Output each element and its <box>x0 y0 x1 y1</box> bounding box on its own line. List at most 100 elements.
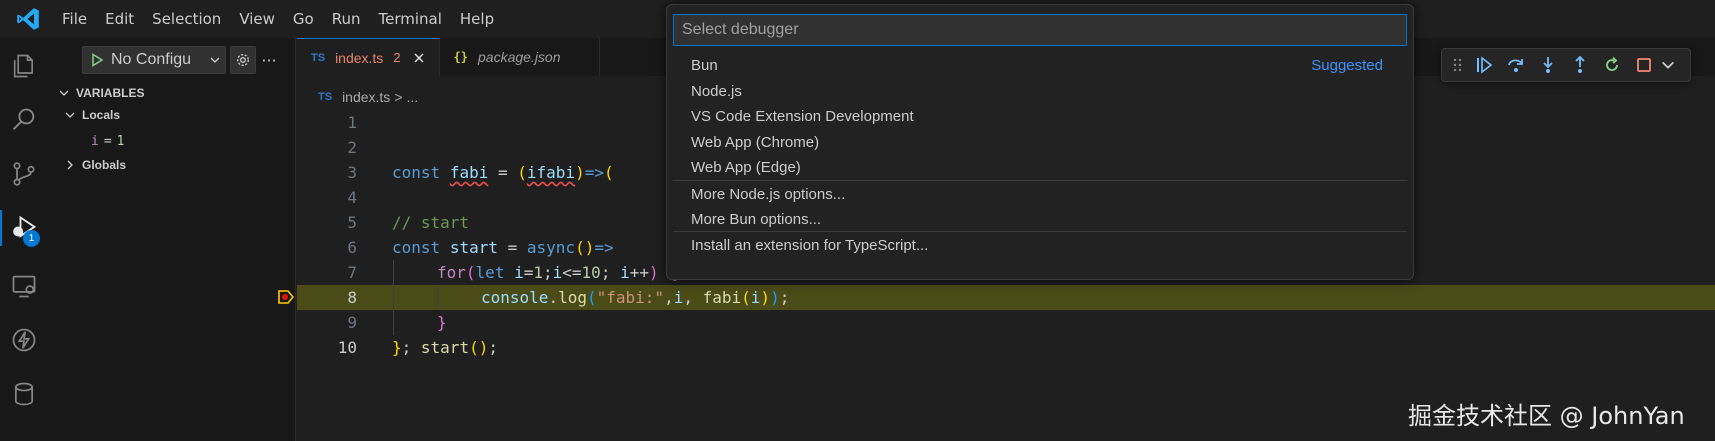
gear-icon <box>237 54 249 66</box>
variables-section-header[interactable]: VARIABLES <box>56 82 144 104</box>
line-number: 6 <box>347 238 357 257</box>
source-control-icon[interactable] <box>0 150 48 198</box>
database-icon[interactable] <box>0 370 48 418</box>
variable-equals: = <box>103 133 112 149</box>
debug-floating-toolbar <box>1441 48 1691 82</box>
line-number: 8 <box>347 288 357 307</box>
quick-pick-item-bun[interactable]: Bun Suggested <box>673 52 1407 78</box>
menu-go[interactable]: Go <box>284 0 323 38</box>
code-text: for(let i=1;i<=10; i++) { <box>437 263 678 282</box>
menu-file[interactable]: File <box>53 0 96 38</box>
debug-config-toolbar: No Configu ··· <box>82 46 282 74</box>
quick-pick-item-edge[interactable]: Web App (Edge) <box>673 154 1407 180</box>
menu-edit[interactable]: Edit <box>96 0 143 38</box>
restart-button[interactable] <box>1596 51 1628 79</box>
select-debugger-quick-pick: Select debugger Bun Suggested Node.js VS… <box>666 4 1414 280</box>
debug-count-badge: 1 <box>23 230 40 247</box>
menu-view[interactable]: View <box>230 0 284 38</box>
breadcrumb: TS index.ts > ... <box>318 86 418 108</box>
line-number: 9 <box>347 313 357 332</box>
code-text: } <box>437 313 447 332</box>
tab-label: index.ts <box>335 49 384 66</box>
step-into-button[interactable] <box>1532 51 1564 79</box>
chevron-down-icon <box>205 54 225 66</box>
chevron-right-icon <box>62 157 78 173</box>
code-text: const fabi = (ifabi)=>( <box>392 163 614 182</box>
step-into-icon <box>1543 57 1553 73</box>
launch-config-label: No Configu <box>111 51 192 68</box>
tab-index-ts[interactable]: TS index.ts 2 <box>297 38 440 76</box>
globals-label: Globals <box>82 158 127 172</box>
quick-pick-item-more-node[interactable]: More Node.js options... <box>673 181 1407 207</box>
open-launch-json-button[interactable] <box>230 46 256 74</box>
locals-scope[interactable]: Locals <box>62 104 120 126</box>
locals-label: Locals <box>82 108 121 122</box>
stop-icon <box>1637 58 1651 72</box>
line-number: 5 <box>347 213 357 232</box>
code-line: 9 } <box>297 310 1715 335</box>
continue-icon <box>1477 56 1493 74</box>
continue-button[interactable] <box>1468 51 1500 79</box>
menu-help[interactable]: Help <box>451 0 503 38</box>
menu-selection[interactable]: Selection <box>143 0 230 38</box>
menu-terminal[interactable]: Terminal <box>370 0 451 38</box>
launch-config-select[interactable]: No Configu <box>82 46 226 74</box>
drag-handle-icon[interactable] <box>1448 51 1468 79</box>
code-text: console.log("fabi:",i, fabi(i)); <box>481 288 790 307</box>
variable-row[interactable]: i = 1 <box>91 130 124 152</box>
quick-pick-item-label: Web App (Chrome) <box>691 133 820 151</box>
chevron-down-icon <box>56 85 72 101</box>
start-debugging-button[interactable] <box>83 47 111 73</box>
quick-pick-item-label: Web App (Edge) <box>691 158 801 176</box>
explorer-icon[interactable] <box>0 42 48 90</box>
step-out-button[interactable] <box>1564 51 1596 79</box>
menu-run[interactable]: Run <box>323 0 370 38</box>
step-out-icon <box>1575 56 1585 73</box>
line-number: 2 <box>347 138 357 157</box>
line-number: 10 <box>337 338 357 357</box>
breadcrumb-separator: > <box>394 89 403 105</box>
play-icon <box>92 53 104 67</box>
line-number: 1 <box>347 113 357 132</box>
activity-bar: 1 <box>0 38 48 441</box>
indent-guide <box>393 260 394 335</box>
quick-pick-item-nodejs[interactable]: Node.js <box>673 78 1407 104</box>
quick-pick-item-vscode-ext[interactable]: VS Code Extension Development <box>673 103 1407 129</box>
tab-package-json[interactable]: {} package.json <box>440 38 600 76</box>
quick-pick-item-label: More Node.js options... <box>691 185 846 203</box>
restart-icon <box>1606 56 1618 71</box>
quick-pick-item-label: Node.js <box>691 82 742 100</box>
code-text: }; start(); <box>392 338 498 357</box>
lightning-icon[interactable] <box>0 316 48 364</box>
quick-pick-item-more-bun[interactable]: More Bun options... <box>673 206 1407 232</box>
breadcrumb-file[interactable]: index.ts <box>342 89 390 105</box>
vscode-logo-icon <box>17 8 39 30</box>
breakpoint-arrow-icon[interactable] <box>278 290 294 304</box>
tab-label: package.json <box>478 49 561 65</box>
close-icon[interactable] <box>411 50 427 66</box>
debug-sidebar: No Configu ··· VARIABLES Locals i = 1 Gl… <box>48 38 296 441</box>
quick-pick-item-label: Install an extension for TypeScript... <box>691 236 929 254</box>
quick-pick-item-label: More Bun options... <box>691 210 822 228</box>
quick-pick-input[interactable]: Select debugger <box>673 14 1407 46</box>
chevron-down-icon[interactable] <box>1660 51 1676 79</box>
code-comment: // start <box>392 213 470 232</box>
typescript-file-icon: TS <box>318 91 333 103</box>
quick-pick-item-chrome[interactable]: Web App (Chrome) <box>673 129 1407 155</box>
quick-pick-item-install-ext[interactable]: Install an extension for TypeScript... <box>673 232 1407 258</box>
variable-name: i <box>91 133 99 149</box>
run-debug-icon[interactable]: 1 <box>0 204 48 252</box>
search-icon[interactable] <box>0 96 48 144</box>
indent-guide <box>437 285 438 310</box>
remote-explorer-icon[interactable] <box>0 262 48 310</box>
more-actions-button[interactable]: ··· <box>256 46 282 74</box>
breadcrumb-tail[interactable]: ... <box>407 89 419 105</box>
step-over-icon <box>1508 59 1523 72</box>
chevron-down-icon <box>62 107 78 123</box>
step-over-button[interactable] <box>1500 51 1532 79</box>
code-line: 10 }; start(); <box>297 335 1715 360</box>
line-number: 7 <box>347 263 357 282</box>
globals-scope[interactable]: Globals <box>62 154 126 176</box>
stop-button[interactable] <box>1628 51 1660 79</box>
suggested-tag: Suggested <box>1311 56 1383 74</box>
